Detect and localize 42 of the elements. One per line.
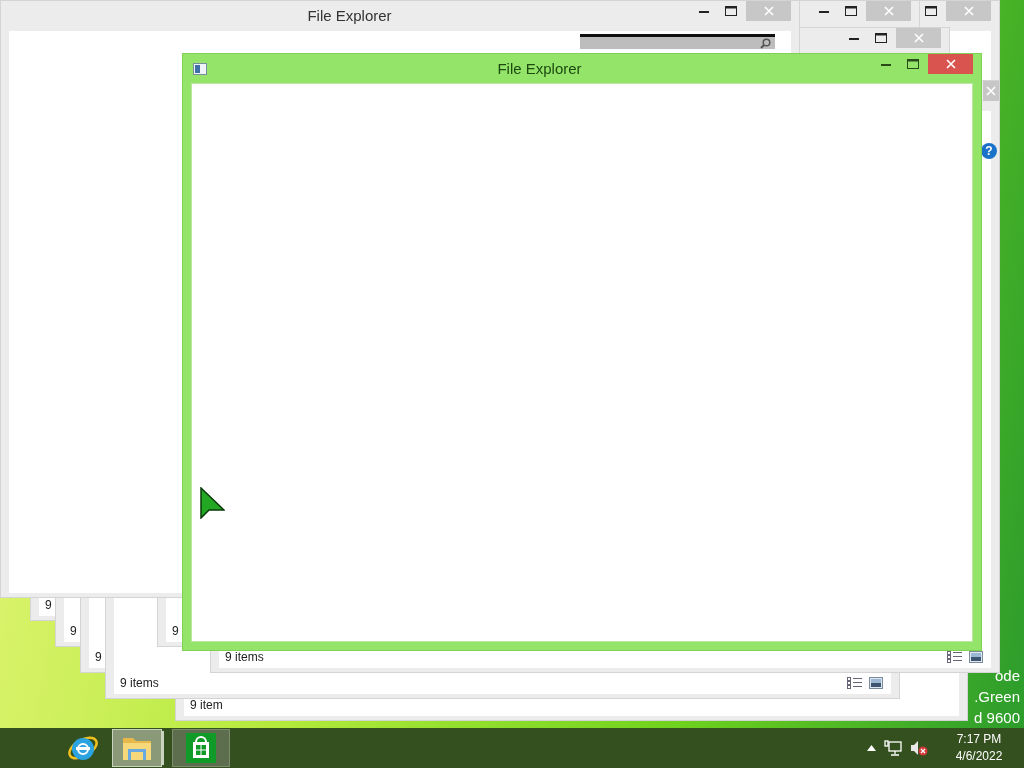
window-title: File Explorer <box>496 59 583 79</box>
status-text: 9 item <box>190 698 223 712</box>
clock-date: 4/6/2022 <box>955 748 1003 765</box>
status-text: 9 items <box>120 676 159 690</box>
close-icon <box>986 86 996 96</box>
details-view-icon[interactable] <box>947 651 963 663</box>
search-icon <box>760 37 771 49</box>
status-text: 9 <box>95 650 102 664</box>
status-text: 9 <box>172 624 179 638</box>
desktop-text: ode <box>994 666 1020 686</box>
maximize-icon <box>906 59 919 69</box>
minimize-icon <box>848 36 859 40</box>
search-field[interactable] <box>580 34 775 49</box>
close-icon <box>763 6 774 16</box>
network-icon[interactable] <box>884 740 902 756</box>
close-icon <box>913 33 924 43</box>
status-text: 9 <box>45 598 52 612</box>
close-icon <box>945 59 956 69</box>
close-icon <box>963 6 974 16</box>
window-icon <box>193 63 207 75</box>
maximize-icon <box>724 6 737 16</box>
status-text: 9 <box>70 624 77 638</box>
caret-icon[interactable] <box>867 745 876 751</box>
desktop-text: d 9600 <box>974 708 1020 728</box>
clock-time: 7:17 PM <box>956 731 1002 748</box>
maximize-icon <box>844 6 857 16</box>
details-view-icon[interactable] <box>847 677 863 689</box>
volume-icon[interactable] <box>910 740 928 756</box>
close-icon <box>883 6 894 16</box>
minimize-icon <box>880 62 891 66</box>
store-icon <box>186 733 216 763</box>
maximize-icon <box>874 33 887 43</box>
window-title: File Explorer <box>306 6 393 26</box>
minimize-icon <box>818 9 829 13</box>
thumbnail-view-icon[interactable] <box>869 677 883 689</box>
minimize-icon <box>698 9 709 13</box>
cursor-icon <box>200 487 225 519</box>
maximize-icon <box>924 6 937 16</box>
desktop-text: .Green <box>974 687 1020 707</box>
status-text: 9 items <box>225 650 264 664</box>
taskbar-button[interactable] <box>172 729 230 767</box>
thumbnail-view-icon[interactable] <box>969 651 983 663</box>
